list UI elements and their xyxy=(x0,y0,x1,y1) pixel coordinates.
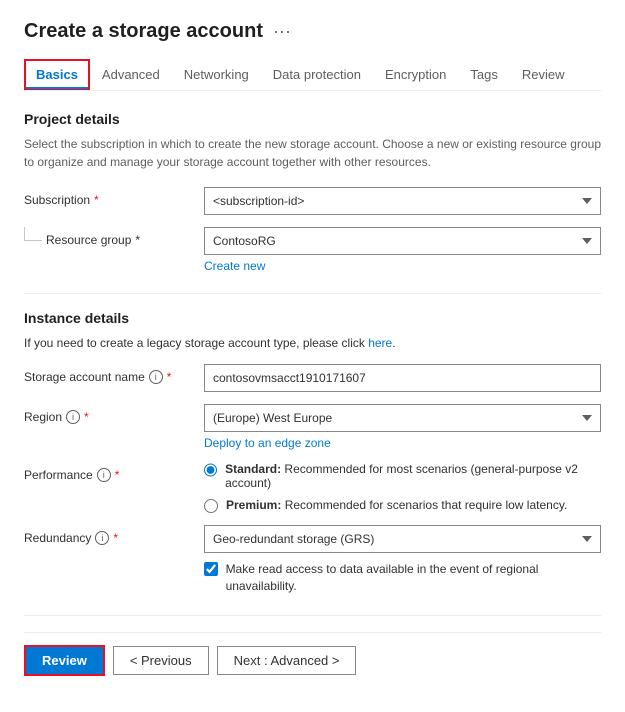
read-access-label: Make read access to data available in th… xyxy=(226,561,601,595)
storage-name-label: Storage account name i * xyxy=(24,364,204,384)
performance-premium-label: Premium: Recommended for scenarios that … xyxy=(226,498,567,512)
subscription-required: * xyxy=(94,193,99,207)
resource-group-control: ContosoRG Create new xyxy=(204,227,601,273)
region-required: * xyxy=(84,410,89,424)
subscription-select[interactable]: <subscription-id> xyxy=(204,187,601,215)
redundancy-info-icon[interactable]: i xyxy=(95,531,109,545)
redundancy-required: * xyxy=(113,531,118,545)
subscription-label: Subscription * xyxy=(24,187,204,207)
performance-standard-option[interactable]: Standard: Recommended for most scenarios… xyxy=(204,462,601,490)
project-details-description: Select the subscription in which to crea… xyxy=(24,135,601,171)
tab-encryption[interactable]: Encryption xyxy=(373,59,458,90)
bottom-bar: Review < Previous Next : Advanced > xyxy=(24,632,601,676)
performance-info-icon[interactable]: i xyxy=(97,468,111,482)
redundancy-select[interactable]: Geo-redundant storage (GRS) xyxy=(204,525,601,553)
tab-basics[interactable]: Basics xyxy=(24,59,90,90)
tab-data-protection[interactable]: Data protection xyxy=(261,59,373,90)
region-select[interactable]: (Europe) West Europe xyxy=(204,404,601,432)
instance-details-description: If you need to create a legacy storage a… xyxy=(24,334,601,352)
performance-label: Performance i * xyxy=(24,462,204,482)
next-button[interactable]: Next : Advanced > xyxy=(217,646,357,675)
storage-name-required: * xyxy=(167,370,172,384)
project-details-title: Project details xyxy=(24,111,601,127)
resource-group-label: Resource group * xyxy=(46,233,140,247)
tab-networking[interactable]: Networking xyxy=(172,59,261,90)
redundancy-row: Redundancy i * Geo-redundant storage (GR… xyxy=(24,525,601,595)
instance-details-section: Instance details If you need to create a… xyxy=(24,310,601,595)
subscription-control: <subscription-id> xyxy=(204,187,601,215)
redundancy-label: Redundancy i * xyxy=(24,525,204,545)
resource-group-row: Resource group * ContosoRG Create new xyxy=(24,227,601,273)
deploy-edge-link[interactable]: Deploy to an edge zone xyxy=(204,436,331,450)
performance-control: Standard: Recommended for most scenarios… xyxy=(204,462,601,513)
region-info-icon[interactable]: i xyxy=(66,410,80,424)
storage-name-row: Storage account name i * xyxy=(24,364,601,392)
performance-required: * xyxy=(115,468,120,482)
region-label: Region i * xyxy=(24,404,204,424)
create-new-link[interactable]: Create new xyxy=(204,259,265,273)
storage-name-control xyxy=(204,364,601,392)
performance-standard-radio[interactable] xyxy=(204,463,217,477)
project-details-section: Project details Select the subscription … xyxy=(24,111,601,273)
page-header: Create a storage account ··· xyxy=(24,20,601,43)
tab-tags[interactable]: Tags xyxy=(458,59,509,90)
resource-group-indent xyxy=(24,227,42,241)
page-container: Create a storage account ··· Basics Adva… xyxy=(0,0,625,712)
previous-button[interactable]: < Previous xyxy=(113,646,209,675)
storage-name-info-icon[interactable]: i xyxy=(149,370,163,384)
review-button[interactable]: Review xyxy=(24,645,105,676)
resource-group-required: * xyxy=(135,233,140,247)
performance-standard-label: Standard: Recommended for most scenarios… xyxy=(225,462,601,490)
resource-group-label-wrap: Resource group * xyxy=(24,227,204,247)
redundancy-control: Geo-redundant storage (GRS) Make read ac… xyxy=(204,525,601,595)
redundancy-checkbox-row: Make read access to data available in th… xyxy=(204,561,601,595)
here-link[interactable]: here xyxy=(368,336,392,350)
performance-row: Performance i * Standard: Recommended fo… xyxy=(24,462,601,513)
performance-premium-option[interactable]: Premium: Recommended for scenarios that … xyxy=(204,498,601,513)
performance-premium-radio[interactable] xyxy=(204,499,218,513)
page-title: Create a storage account xyxy=(24,20,263,43)
performance-radio-group: Standard: Recommended for most scenarios… xyxy=(204,462,601,513)
resource-group-select[interactable]: ContosoRG xyxy=(204,227,601,255)
region-control: (Europe) West Europe Deploy to an edge z… xyxy=(204,404,601,450)
content-area: Project details Select the subscription … xyxy=(24,91,601,696)
storage-name-input[interactable] xyxy=(204,364,601,392)
instance-details-title: Instance details xyxy=(24,310,601,326)
tab-review[interactable]: Review xyxy=(510,59,577,90)
section-divider-2 xyxy=(24,615,601,616)
more-options-icon[interactable]: ··· xyxy=(273,21,291,42)
tabs-bar: Basics Advanced Networking Data protecti… xyxy=(24,59,601,91)
section-divider-1 xyxy=(24,293,601,294)
tab-advanced[interactable]: Advanced xyxy=(90,59,172,90)
subscription-row: Subscription * <subscription-id> xyxy=(24,187,601,215)
read-access-checkbox[interactable] xyxy=(204,562,218,576)
region-row: Region i * (Europe) West Europe Deploy t… xyxy=(24,404,601,450)
